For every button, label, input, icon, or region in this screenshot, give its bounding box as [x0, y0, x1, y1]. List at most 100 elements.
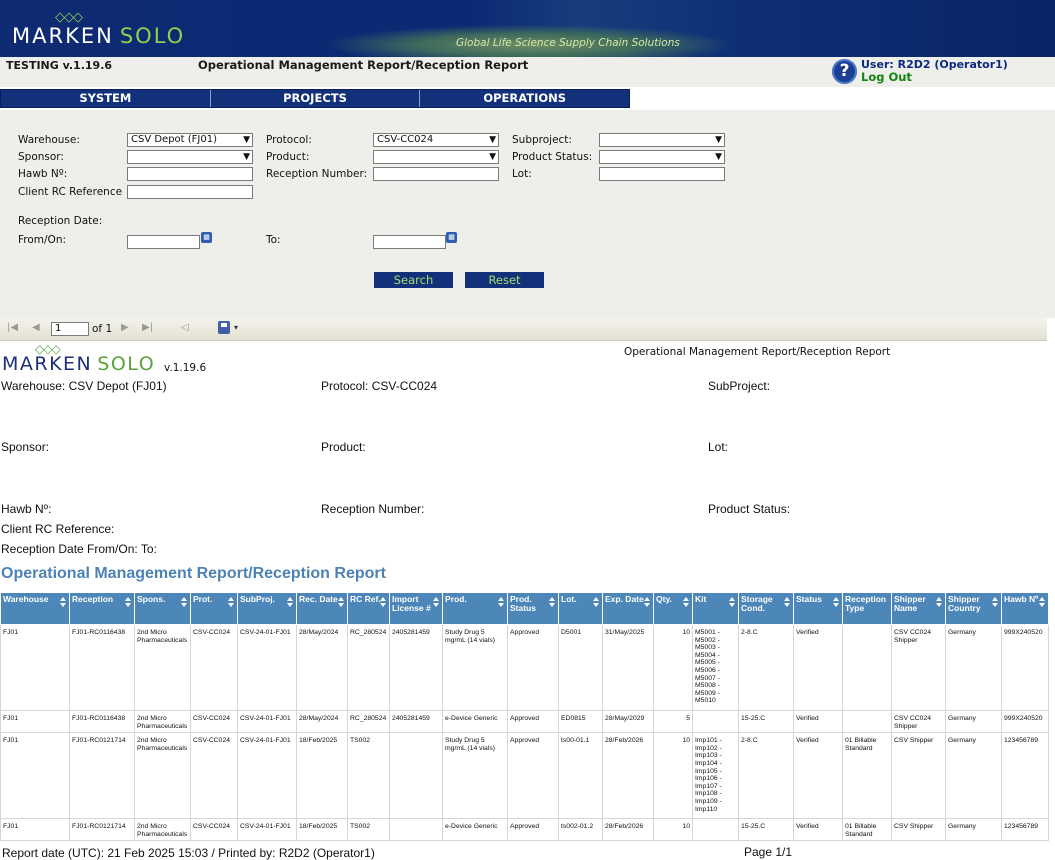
- calendar-icon[interactable]: ▦: [201, 232, 212, 243]
- column-header[interactable]: Prot.: [190, 592, 238, 625]
- search-button[interactable]: Search: [374, 272, 453, 288]
- back-icon[interactable]: ◁: [181, 322, 189, 333]
- table-cell: 123456789: [1001, 818, 1049, 842]
- from-on-input[interactable]: [127, 235, 200, 249]
- table-cell: Germany: [945, 818, 1002, 842]
- chevron-down-icon: ▼: [715, 135, 722, 145]
- reception-number-input[interactable]: [373, 167, 499, 181]
- logo-word-marken: MARKEN: [12, 24, 114, 48]
- logout-link[interactable]: Log Out: [861, 70, 912, 84]
- column-header[interactable]: Exp. Date: [602, 592, 654, 625]
- sort-icon[interactable]: [549, 597, 556, 607]
- client-rc-input[interactable]: [127, 185, 253, 199]
- table-cell: RC_280524: [347, 624, 390, 711]
- sort-icon[interactable]: [380, 597, 387, 607]
- table-cell: e-Device Generic: [442, 818, 508, 842]
- sort-icon[interactable]: [181, 597, 188, 607]
- column-header-label: Exp. Date: [605, 594, 644, 604]
- sort-icon[interactable]: [593, 597, 600, 607]
- table-cell: 5: [653, 709, 693, 734]
- lot-input[interactable]: [599, 167, 725, 181]
- column-header[interactable]: Warehouse: [0, 592, 70, 625]
- table-cell: CSV-24-01-FJ01: [237, 624, 297, 711]
- column-header-label: Reception Type: [845, 594, 887, 613]
- table-cell: [692, 709, 739, 734]
- column-header[interactable]: Reception: [69, 592, 135, 625]
- sort-icon[interactable]: [992, 597, 999, 607]
- page-number-input[interactable]: 1: [51, 322, 89, 336]
- subproject-select[interactable]: ▼: [599, 133, 725, 147]
- first-page-icon[interactable]: |◀: [7, 322, 18, 333]
- sort-icon[interactable]: [433, 597, 440, 607]
- client-rc-label: Client RC Reference: [18, 186, 123, 198]
- table-cell: Verified: [793, 624, 843, 711]
- table-cell: FJ01-RC0121714: [69, 818, 135, 842]
- table-cell: 2nd Micro Pharmaceuticals: [134, 732, 191, 820]
- sort-icon[interactable]: [644, 597, 651, 607]
- table-cell: 2-8.C: [738, 732, 794, 820]
- prev-page-icon[interactable]: ◀: [32, 322, 40, 333]
- sponsor-select[interactable]: ▼: [127, 150, 253, 164]
- column-header[interactable]: Shipper Country: [945, 592, 1002, 625]
- filter-panel: Warehouse: CSV Depot (FJ01) ▼ Protocol: C…: [0, 110, 1055, 318]
- column-header-label: Reception: [72, 594, 114, 604]
- nav-system[interactable]: SYSTEM: [1, 90, 211, 107]
- sort-icon[interactable]: [228, 597, 235, 607]
- nav-projects[interactable]: PROJECTS: [211, 90, 421, 107]
- sort-icon[interactable]: [683, 597, 690, 607]
- product-select[interactable]: ▼: [373, 150, 499, 164]
- export-dropdown-icon[interactable]: ▾: [234, 323, 238, 332]
- hawb-input[interactable]: [127, 167, 253, 181]
- column-header[interactable]: Rec. Date: [296, 592, 348, 625]
- column-header[interactable]: Lot.: [558, 592, 603, 625]
- last-page-icon[interactable]: ▶|: [142, 322, 153, 333]
- product-status-select[interactable]: ▼: [599, 150, 725, 164]
- to-input[interactable]: [373, 235, 446, 249]
- column-header[interactable]: Kit: [692, 592, 739, 625]
- table-cell: FJ01: [0, 732, 70, 820]
- sort-icon[interactable]: [125, 597, 132, 607]
- sort-icon[interactable]: [833, 597, 840, 607]
- warehouse-select[interactable]: CSV Depot (FJ01) ▼: [127, 133, 253, 147]
- logo-word-solo: SOLO: [119, 24, 186, 48]
- table-cell: [842, 624, 892, 711]
- table-cell: Germany: [945, 709, 1002, 734]
- marken-logo-icon: ◇◇◇: [55, 10, 83, 25]
- column-header[interactable]: Qty.: [653, 592, 693, 625]
- report-hawb: Hawb Nº:: [1, 502, 52, 516]
- column-header[interactable]: RC Ref.: [347, 592, 390, 625]
- sort-icon[interactable]: [338, 597, 345, 607]
- column-header[interactable]: Prod.: [442, 592, 508, 625]
- column-header[interactable]: Storage Cond.: [738, 592, 794, 625]
- sort-icon[interactable]: [729, 597, 736, 607]
- protocol-select[interactable]: CSV-CC024 ▼: [373, 133, 499, 147]
- column-header[interactable]: Shipper Name: [891, 592, 946, 625]
- chevron-down-icon: ▼: [243, 135, 250, 145]
- reset-button[interactable]: Reset: [465, 272, 544, 288]
- protocol-value: CSV-CC024: [377, 134, 434, 145]
- table-cell: [389, 818, 443, 842]
- table-cell: FJ01-RC0121714: [69, 732, 135, 820]
- table-cell: Approved: [507, 818, 559, 842]
- column-header[interactable]: SubProj.: [237, 592, 297, 625]
- column-header[interactable]: Prod. Status: [507, 592, 559, 625]
- column-header-label: Prod.: [445, 594, 467, 604]
- table-cell: 01 Billable Standard: [842, 818, 892, 842]
- sort-icon[interactable]: [784, 597, 791, 607]
- calendar-icon[interactable]: ▦: [446, 232, 457, 243]
- column-header[interactable]: Status: [793, 592, 843, 625]
- column-header[interactable]: Import License #: [389, 592, 443, 625]
- sort-icon[interactable]: [1039, 597, 1046, 607]
- help-icon[interactable]: ?: [832, 59, 857, 84]
- next-page-icon[interactable]: ▶: [121, 322, 129, 333]
- column-header[interactable]: Spons.: [134, 592, 191, 625]
- sort-icon[interactable]: [287, 597, 294, 607]
- column-header[interactable]: Hawb Nº: [1001, 592, 1049, 625]
- sort-icon[interactable]: [60, 597, 67, 607]
- sort-icon[interactable]: [498, 597, 505, 607]
- nav-operations[interactable]: OPERATIONS: [420, 90, 629, 107]
- product-status-label: Product Status:: [512, 151, 593, 163]
- column-header-label: Spons.: [137, 594, 166, 604]
- save-icon[interactable]: [218, 321, 230, 334]
- sort-icon[interactable]: [936, 597, 943, 607]
